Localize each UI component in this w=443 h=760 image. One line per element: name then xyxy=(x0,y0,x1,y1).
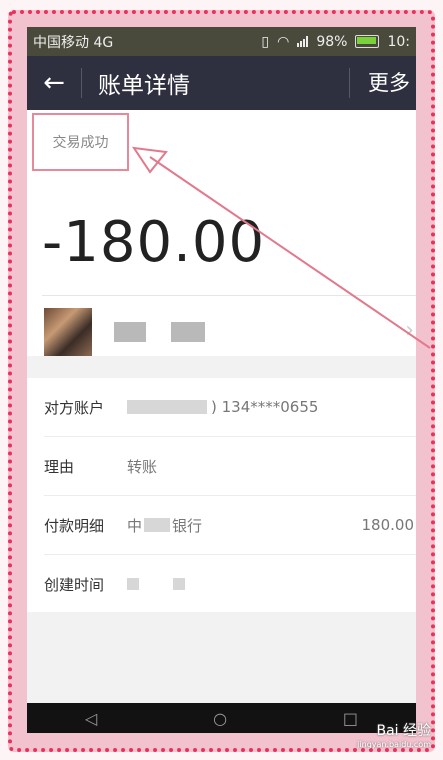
blurred-time xyxy=(173,578,185,590)
status-bar: 中国移动 4G ▯ ◠ 98% 10: xyxy=(27,27,416,56)
wifi-icon: ◠ xyxy=(277,33,290,50)
blurred-name xyxy=(114,322,146,342)
blurred-account xyxy=(127,400,207,414)
watermark: Bai 经验 jingyan.baidu.com xyxy=(357,724,431,752)
blurred-bank xyxy=(144,518,171,532)
more-button[interactable]: 更多 xyxy=(349,68,416,98)
blurred-name xyxy=(171,322,205,342)
detail-label: 创建时间 xyxy=(44,575,105,594)
nav-recents-icon[interactable]: □ xyxy=(343,709,358,728)
detail-value: 银行 xyxy=(172,516,203,535)
carrier-label: 中国移动 4G xyxy=(33,34,114,51)
detail-label: 付款明细 xyxy=(44,516,105,535)
avatar[interactable] xyxy=(44,308,92,356)
detail-value: 转账 xyxy=(127,457,158,476)
bill-amount: -180.00 xyxy=(42,210,266,275)
blurred-time xyxy=(127,578,139,590)
detail-label: 理由 xyxy=(44,457,75,476)
battery-icon xyxy=(355,35,380,48)
page-title: 账单详情 xyxy=(98,73,190,99)
nav-back-icon[interactable]: ◁ xyxy=(85,709,97,728)
signal-icon xyxy=(297,36,309,47)
detail-row-payment[interactable]: 付款明细 中 银行 180.00 xyxy=(27,496,416,554)
detail-row-created[interactable]: 创建时间 xyxy=(27,555,416,613)
battery-percent: 98% xyxy=(316,33,348,50)
divider xyxy=(42,295,416,296)
watermark-url: jingyan.baidu.com xyxy=(357,740,431,749)
detail-list: 对方账户 ) 134****0655 理由 转账 付款明细 中 银行 180.0… xyxy=(27,378,416,612)
detail-row-account[interactable]: 对方账户 ) 134****0655 xyxy=(27,378,416,436)
detail-value: 中 xyxy=(127,516,143,535)
detail-row-reason[interactable]: 理由 转账 xyxy=(27,437,416,495)
detail-label: 对方账户 xyxy=(44,398,105,417)
vibrate-icon: ▯ xyxy=(261,33,270,50)
watermark-brand: Bai 经验 xyxy=(376,723,431,739)
chevron-right-icon[interactable]: › xyxy=(405,318,414,343)
detail-value: ) 134****0655 xyxy=(211,398,319,416)
clock: 10: xyxy=(387,33,410,50)
bill-summary-card: 交易成功 -180.00 › xyxy=(27,110,416,356)
transaction-status: 交易成功 xyxy=(32,113,129,171)
payment-amount: 180.00 xyxy=(361,516,415,534)
app-header: ← 账单详情 更多 xyxy=(27,56,416,110)
phone-screen: 中国移动 4G ▯ ◠ 98% 10: ← 账单详情 更多 交易成功 -180.… xyxy=(27,27,416,733)
status-icons: ▯ ◠ 98% 10: xyxy=(261,34,410,50)
arrow-left-icon[interactable]: ← xyxy=(27,68,81,98)
nav-home-icon[interactable]: ○ xyxy=(213,709,227,728)
